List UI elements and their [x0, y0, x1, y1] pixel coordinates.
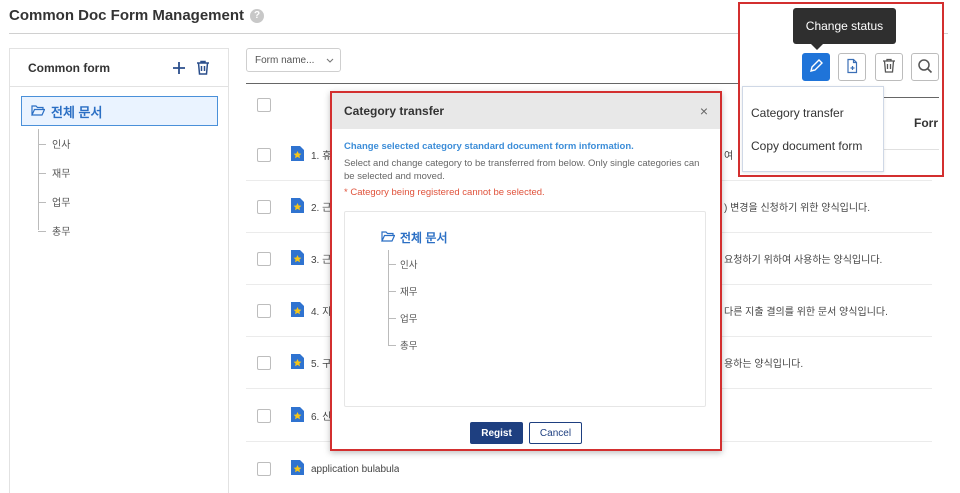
- table-header-rule: [884, 97, 939, 98]
- modal-tree-item-general-affairs[interactable]: 총무: [388, 331, 417, 358]
- change-status-tooltip: Change status: [793, 8, 896, 50]
- modal-warning: * Category being registered cannot be se…: [344, 187, 545, 198]
- trash-icon: [882, 58, 896, 76]
- category-tree-box: 전체 문서 인사 재무 업무 총무: [344, 211, 706, 407]
- doc-star-icon: [291, 460, 304, 478]
- row-checkbox[interactable]: [257, 462, 271, 476]
- menu-item-copy-document-form[interactable]: Copy document form: [743, 129, 883, 162]
- cancel-button[interactable]: Cancel: [529, 422, 582, 444]
- modal-tree-root-label: 전체 문서: [400, 231, 448, 245]
- row-title: 1. 휴: [311, 151, 332, 162]
- regist-button[interactable]: Regist: [470, 422, 523, 444]
- category-transfer-modal: Category transfer × Change selected cate…: [330, 91, 722, 451]
- help-icon[interactable]: ?: [250, 8, 265, 23]
- pencil-icon: [808, 58, 824, 77]
- add-document-button[interactable]: [838, 53, 866, 81]
- row-description: 용하는 양식입니다.: [724, 359, 804, 370]
- row-checkbox[interactable]: [257, 355, 271, 370]
- select-all-checkbox[interactable]: [257, 98, 271, 112]
- tree-item-general-affairs[interactable]: 총무: [38, 216, 70, 245]
- modal-description: Select and change category to be transfe…: [344, 158, 700, 182]
- row-description: ) 변경을 신청하기 위한 양식입니다.: [724, 203, 871, 214]
- modal-tree-item-finance[interactable]: 재무: [388, 277, 417, 304]
- row-checkbox[interactable]: [257, 251, 271, 266]
- row-title: 5. 구: [311, 359, 332, 370]
- change-status-button[interactable]: [802, 53, 830, 81]
- row-description: 요청하기 위하여 사용하는 양식입니다.: [724, 255, 883, 266]
- table-header-divider: [884, 149, 939, 150]
- row-title: 3. 근: [311, 255, 332, 266]
- search-icon: [917, 58, 933, 77]
- page-title: Common Doc Form Management ?: [9, 7, 265, 24]
- change-status-dropdown: Category transfer Copy document form: [742, 86, 884, 172]
- delete-button[interactable]: [875, 53, 903, 81]
- modal-footer: Regist Cancel: [332, 422, 720, 444]
- row-checkbox[interactable]: [257, 199, 271, 214]
- modal-tree-children: 인사 재무 업무 총무: [388, 250, 417, 358]
- doc-star-icon: [291, 197, 304, 216]
- common-form-header: Common form: [10, 49, 228, 87]
- row-title: application bulabula: [311, 463, 400, 475]
- modal-header: Category transfer ×: [332, 93, 720, 129]
- tree-item-business[interactable]: 업무: [38, 187, 70, 216]
- doc-star-icon: [291, 249, 304, 268]
- common-form-title: Common form: [28, 60, 110, 75]
- page-title-text: Common Doc Form Management: [9, 7, 245, 24]
- search-button[interactable]: [911, 53, 939, 81]
- row-checkbox[interactable]: [257, 147, 271, 162]
- tree-item-finance[interactable]: 재무: [38, 158, 70, 187]
- row-description: 여: [724, 151, 734, 162]
- doc-star-icon: [291, 145, 304, 164]
- folder-open-icon: [381, 230, 396, 245]
- modal-info-text: Change selected category standard docume…: [344, 141, 634, 152]
- modal-tree-item-hr[interactable]: 인사: [388, 250, 417, 277]
- plus-icon[interactable]: [170, 59, 188, 77]
- doc-star-icon: [291, 353, 304, 372]
- doc-add-icon: [844, 58, 860, 77]
- modal-title: Category transfer: [344, 104, 445, 118]
- form-name-select-value: Form name...: [255, 54, 315, 66]
- common-form-panel: Common form 전체 문서 인사 재무 업무 총무: [9, 48, 229, 493]
- tree-root-all-documents[interactable]: 전체 문서: [21, 96, 218, 126]
- form-name-select[interactable]: Form name...: [246, 48, 341, 72]
- tree-item-hr[interactable]: 인사: [38, 129, 70, 158]
- doc-star-icon: [291, 406, 304, 425]
- modal-tree-root[interactable]: 전체 문서: [381, 229, 448, 246]
- row-title: 4. 지: [311, 307, 332, 318]
- menu-item-category-transfer[interactable]: Category transfer: [743, 96, 883, 129]
- row-checkbox[interactable]: [257, 303, 271, 318]
- doc-star-icon: [291, 301, 304, 320]
- row-title: 2. 근: [311, 203, 332, 214]
- column-header-form: Forr: [914, 116, 938, 130]
- row-description: 다른 지출 결의를 위한 문서 양식입니다.: [724, 307, 888, 318]
- row-checkbox[interactable]: [257, 408, 271, 423]
- folder-open-icon: [31, 104, 46, 119]
- row-title: 6. 신: [311, 412, 332, 423]
- close-icon[interactable]: ×: [700, 103, 708, 119]
- trash-icon[interactable]: [194, 59, 212, 77]
- tree-children: 인사 재무 업무 총무: [38, 129, 70, 245]
- tree-root-label: 전체 문서: [51, 104, 103, 120]
- chevron-down-icon: [326, 55, 334, 66]
- modal-tree-item-business[interactable]: 업무: [388, 304, 417, 331]
